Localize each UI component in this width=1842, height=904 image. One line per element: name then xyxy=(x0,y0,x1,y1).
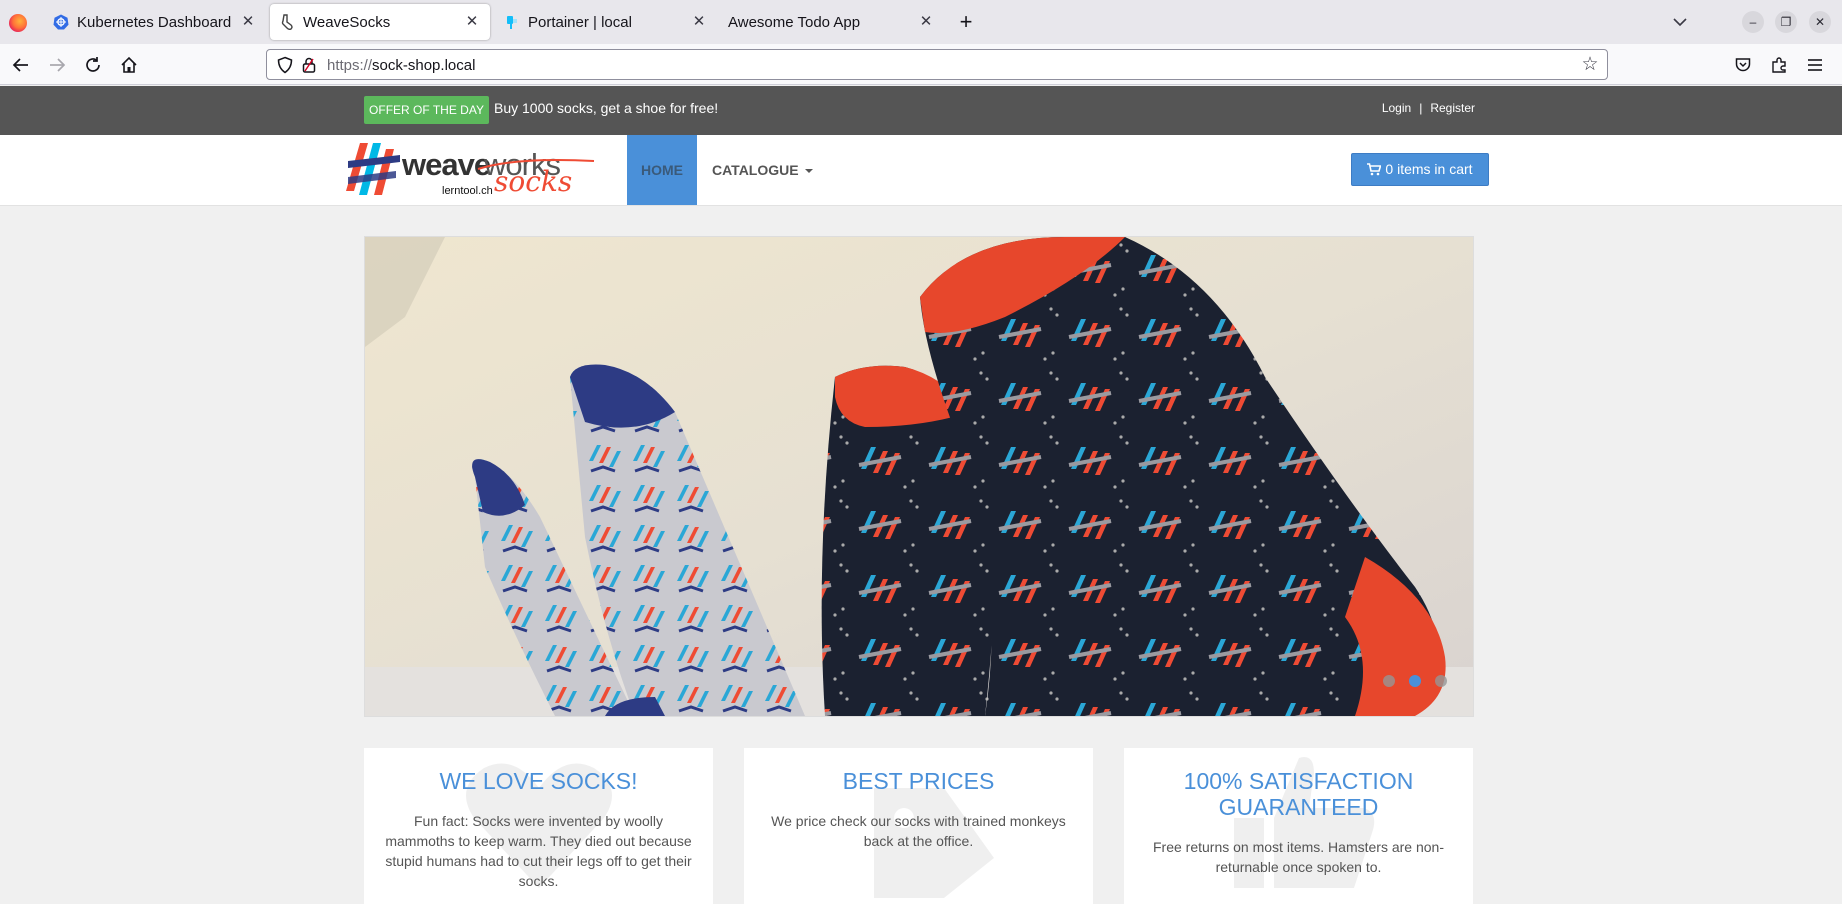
close-tab-icon[interactable]: ✕ xyxy=(916,12,936,32)
page-content: OFFER OF THE DAY Buy 1000 socks, get a s… xyxy=(0,86,1842,904)
nav-catalogue-dropdown[interactable]: CATALOGUE xyxy=(712,135,813,205)
close-window-button[interactable]: ✕ xyxy=(1809,11,1831,33)
nav-home[interactable]: HOME xyxy=(627,135,697,205)
firefox-icon[interactable] xyxy=(9,14,27,32)
offer-topbar: OFFER OF THE DAY Buy 1000 socks, get a s… xyxy=(0,86,1842,135)
bookmark-star-icon[interactable]: ☆ xyxy=(1579,54,1601,76)
tab-title: Kubernetes Dashboard xyxy=(77,13,232,31)
menu-hamburger-icon[interactable] xyxy=(1802,52,1828,78)
url-text[interactable]: https://sock-shop.local xyxy=(327,57,475,74)
feature-text: Fun fact: Socks were invented by woolly … xyxy=(385,813,692,889)
feature-title: WE LOVE SOCKS! xyxy=(439,768,638,794)
feature-card-best-prices: BEST PRICES We price check our socks wit… xyxy=(744,748,1093,904)
register-link[interactable]: Register xyxy=(1430,101,1475,115)
logo-subtitle: lerntool.ch xyxy=(442,185,493,197)
browser-tab-bar: Kubernetes Dashboard ✕ WeaveSocks ✕ Port… xyxy=(0,0,1842,44)
socks-photo xyxy=(365,237,1473,716)
portainer-icon xyxy=(504,14,520,30)
hero-carousel[interactable] xyxy=(364,236,1474,717)
cart-label: 0 items in cart xyxy=(1385,161,1473,177)
forward-icon[interactable] xyxy=(44,52,70,78)
carousel-dot-2[interactable] xyxy=(1409,675,1421,687)
close-tab-icon[interactable]: ✕ xyxy=(238,12,258,32)
tab-awesome-todo[interactable]: Awesome Todo App ✕ xyxy=(722,4,944,40)
url-protocol: https:// xyxy=(327,57,373,74)
tab-portainer[interactable]: Portainer | local ✕ xyxy=(495,4,717,40)
reload-icon[interactable] xyxy=(80,52,106,78)
browser-nav-bar: https://sock-shop.local ☆ xyxy=(0,44,1842,85)
close-tab-icon[interactable]: ✕ xyxy=(689,12,709,32)
cart-button[interactable]: 0 items in cart xyxy=(1351,153,1489,186)
feature-text: We price check our socks with trained mo… xyxy=(771,813,1066,849)
tab-kubernetes-dashboard[interactable]: Kubernetes Dashboard ✕ xyxy=(44,4,266,40)
tab-title: WeaveSocks xyxy=(303,13,391,31)
caret-down-icon xyxy=(804,169,813,174)
new-tab-button[interactable]: + xyxy=(951,7,981,37)
carousel-dot-1[interactable] xyxy=(1383,675,1395,687)
url-host: sock-shop.local xyxy=(372,57,476,74)
offer-text: Buy 1000 socks, get a shoe for free! xyxy=(494,100,719,116)
feature-card-love-socks: WE LOVE SOCKS! Fun fact: Socks were inve… xyxy=(364,748,713,904)
feature-title: BEST PRICES xyxy=(842,768,995,794)
pocket-icon[interactable] xyxy=(1730,52,1756,78)
auth-links: Login | Register xyxy=(1382,101,1475,115)
address-bar[interactable]: https://sock-shop.local ☆ xyxy=(266,49,1608,80)
weavesocks-icon xyxy=(279,14,295,30)
close-tab-icon[interactable]: ✕ xyxy=(462,12,482,32)
logo-word-socks: socks xyxy=(494,165,573,198)
weaveworks-logo-icon xyxy=(346,143,400,195)
extensions-icon[interactable] xyxy=(1766,52,1792,78)
offer-of-the-day-badge[interactable]: OFFER OF THE DAY xyxy=(364,96,489,124)
auth-separator: | xyxy=(1419,101,1423,115)
feature-card-satisfaction: 100% SATISFACTION GUARANTEED Free return… xyxy=(1124,748,1473,904)
home-icon[interactable] xyxy=(116,52,142,78)
kubernetes-icon xyxy=(53,14,69,30)
restore-window-button[interactable]: ❐ xyxy=(1775,11,1797,33)
tracking-protection-shield-icon[interactable] xyxy=(276,56,294,74)
nav-catalogue-label: CATALOGUE xyxy=(712,162,799,178)
tab-title: Portainer | local xyxy=(528,13,632,31)
tab-title: Awesome Todo App xyxy=(728,13,861,31)
list-all-tabs-icon[interactable] xyxy=(1666,8,1694,36)
carousel-dot-3[interactable] xyxy=(1435,675,1447,687)
shopping-cart-icon xyxy=(1367,163,1382,176)
tab-weavesocks[interactable]: WeaveSocks ✕ xyxy=(270,4,490,40)
minimize-window-button[interactable]: – xyxy=(1742,11,1764,33)
site-header: weave works socks lerntool.ch HOME CATAL… xyxy=(0,135,1842,206)
feature-text: Free returns on most items. Hamsters are… xyxy=(1153,839,1444,875)
weaveworks-socks-logo[interactable]: weave works socks lerntool.ch xyxy=(346,141,596,198)
login-link[interactable]: Login xyxy=(1382,101,1411,115)
lock-icon[interactable] xyxy=(300,56,318,74)
feature-title: 100% SATISFACTION GUARANTEED xyxy=(1183,768,1414,820)
back-icon[interactable] xyxy=(8,52,34,78)
